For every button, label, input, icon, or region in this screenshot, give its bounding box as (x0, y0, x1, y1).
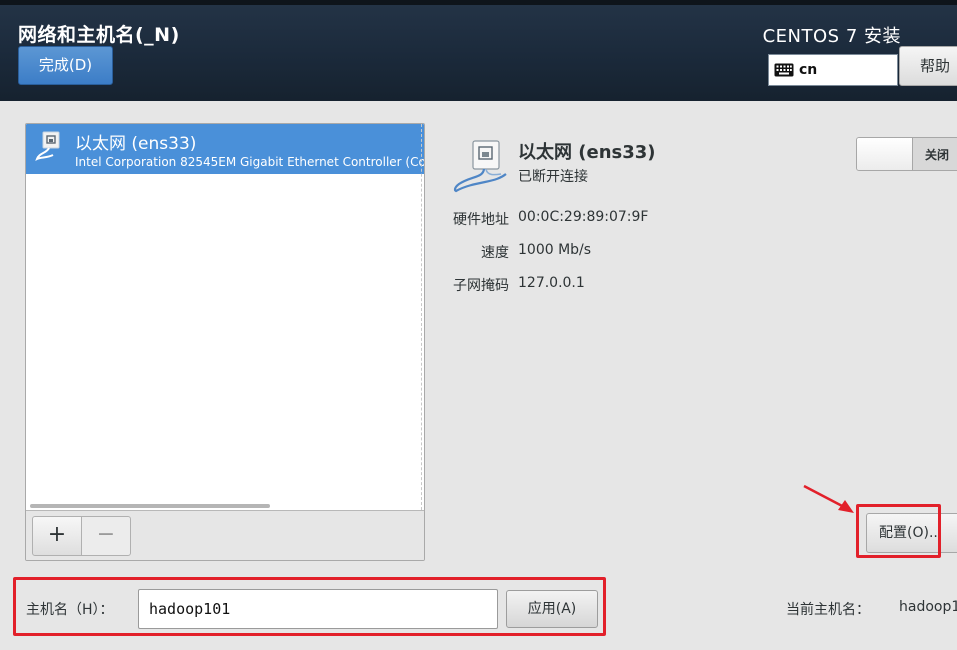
device-row-ens33[interactable]: 以太网 (ens33) Intel Corporation 82545EM Gi… (26, 124, 424, 174)
device-row-description: Intel Corporation 82545EM Gigabit Ethern… (75, 155, 424, 169)
ethernet-device-icon (453, 140, 507, 193)
toggle-knob (857, 138, 913, 170)
spoke-title: 网络和主机名(_N) (18, 24, 180, 46)
subnet-mask-label: 子网掩码 (453, 278, 509, 294)
device-list-panel: 以太网 (ens33) Intel Corporation 82545EM Gi… (25, 123, 425, 561)
speed-value: 1000 Mb/s (518, 242, 592, 258)
help-button[interactable]: 帮助 (899, 46, 957, 86)
toggle-state-label: 关闭 (925, 148, 950, 162)
hardware-address-value: 00:0C:29:89:07:9F (518, 209, 649, 225)
current-hostname-label: 当前主机名： (786, 602, 870, 618)
device-power-toggle[interactable]: 关闭 (856, 137, 957, 171)
ethernet-icon (35, 131, 60, 161)
subnet-mask-value: 127.0.0.1 (518, 275, 585, 291)
add-device-button[interactable]: + (32, 516, 82, 556)
device-list[interactable]: 以太网 (ens33) Intel Corporation 82545EM Gi… (26, 124, 424, 510)
device-detail-name: 以太网 (ens33) (518, 142, 656, 163)
keyboard-layout-indicator[interactable]: cn (768, 54, 898, 86)
installer-header: 网络和主机名(_N) 完成(D) CENTOS 7 安装 cn 帮助 (0, 0, 957, 101)
speed-label: 速度 (481, 245, 509, 261)
done-button[interactable]: 完成(D) (18, 46, 113, 85)
hardware-address-label: 硬件地址 (453, 212, 509, 228)
device-list-scrollbar[interactable] (30, 504, 270, 508)
device-list-toolbar: + − (26, 510, 424, 560)
device-connection-status: 已断开连接 (518, 169, 588, 185)
keyboard-layout-label: cn (799, 62, 818, 78)
current-hostname-value: hadoop101 (899, 599, 957, 615)
product-title: CENTOS 7 安装 (762, 26, 901, 47)
keyboard-icon (774, 63, 794, 77)
device-row-name: 以太网 (ens33) (75, 134, 197, 154)
remove-device-button[interactable]: − (81, 516, 131, 556)
annotation-arrow-icon (803, 484, 854, 513)
configure-highlight-box (856, 504, 941, 558)
hostname-highlight-box (13, 577, 606, 636)
